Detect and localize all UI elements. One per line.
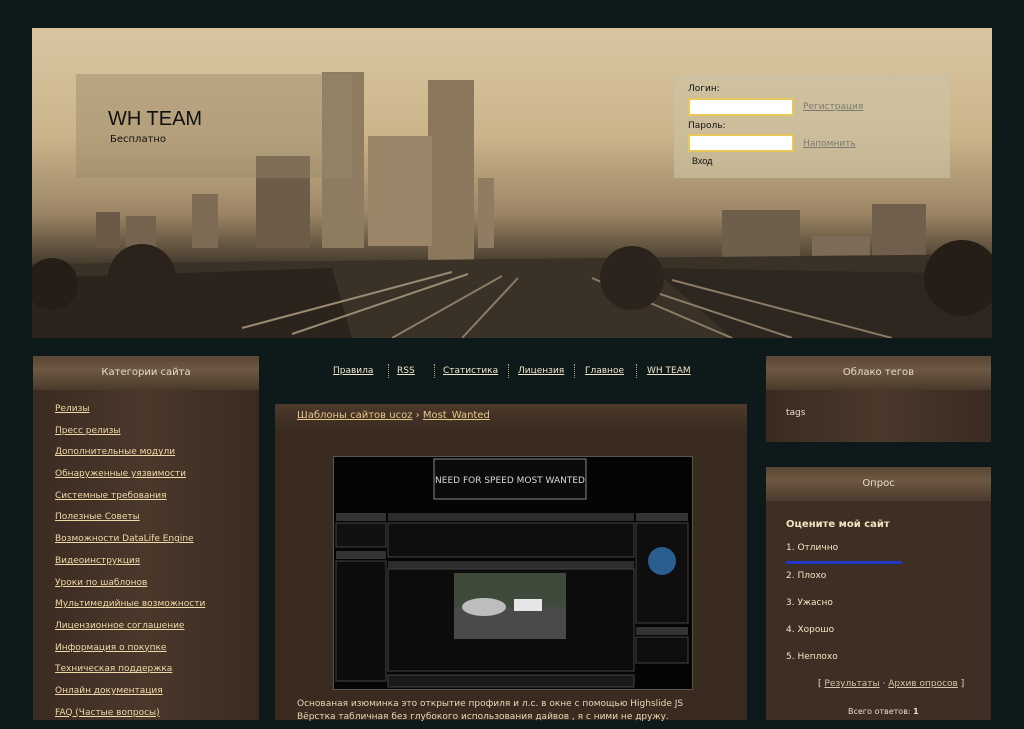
register-link[interactable]: Регистрация	[803, 102, 863, 112]
category-link[interactable]: Техническая поддержка	[55, 664, 205, 686]
template-description: Основаная изюминка это открытие профиля …	[297, 698, 737, 724]
site-subtitle: Бесплатно	[110, 134, 167, 145]
tags-body: tags	[766, 390, 991, 442]
breadcrumb-current-link[interactable]: Most_Wanted	[423, 410, 490, 421]
breadcrumb-parent-link[interactable]: Шаблоны сайтов ucoz	[297, 410, 412, 421]
preview-mockup: NEED FOR SPEED MOST WANTED	[334, 457, 692, 689]
category-link[interactable]: Релизы	[55, 404, 205, 426]
poll-panel: Опрос Оцените мой сайт 1. Отлично 2. Пло…	[766, 467, 991, 720]
category-link[interactable]: Обнаруженные уязвимости	[55, 469, 205, 491]
poll-result-bar	[786, 561, 902, 564]
bracket: [	[818, 679, 822, 689]
tags-panel: Облако тегов tags	[766, 356, 991, 442]
password-label: Пароль:	[688, 121, 726, 131]
category-link[interactable]: Дополнительные модули	[55, 447, 205, 469]
category-link[interactable]: Видеоинструкция	[55, 556, 205, 578]
tags-title: Облако тегов	[766, 356, 991, 390]
poll-links: [ Результаты · Архив опросов ]	[818, 679, 964, 689]
login-input[interactable]	[688, 98, 794, 116]
category-link[interactable]: Уроки по шаблонов	[55, 578, 205, 600]
category-link[interactable]: Онлайн документация	[55, 686, 205, 708]
category-link[interactable]: Лицензионное соглашение	[55, 621, 205, 643]
nav-rules[interactable]: Правила	[333, 366, 373, 376]
nav-statistics[interactable]: Статистика	[443, 366, 498, 376]
main-content: Шаблоны сайтов ucoz › Most_Wanted NEED F…	[275, 404, 747, 722]
top-nav: Правила RSS Статистика Лицензия Главное …	[280, 364, 750, 380]
poll-total-label: Всего ответов:	[848, 707, 911, 716]
breadcrumb: Шаблоны сайтов ucoz › Most_Wanted	[297, 410, 490, 421]
bracket: ]	[960, 679, 965, 689]
poll-option: 3. Ужасно	[786, 598, 833, 608]
poll-question: Оцените мой сайт	[786, 519, 890, 530]
category-link[interactable]: Полезные Советы	[55, 512, 205, 534]
remind-link[interactable]: Напомнить	[803, 139, 856, 149]
poll-archive-link[interactable]: Архив опросов	[888, 679, 958, 689]
category-link[interactable]: FAQ (Частые вопросы)	[55, 708, 205, 729]
poll-total: Всего ответов: 1	[848, 707, 919, 716]
nav-wh-team[interactable]: WH TEAM	[647, 366, 691, 376]
category-list: Релизы Пресс релизы Дополнительные модул…	[55, 404, 205, 729]
tag-link[interactable]: tags	[786, 408, 805, 418]
category-link[interactable]: Пресс релизы	[55, 426, 205, 448]
poll-option: 4. Хорошо	[786, 625, 835, 635]
password-input[interactable]	[688, 134, 794, 152]
nav-divider	[388, 364, 391, 378]
poll-option: 2. Плохо	[786, 571, 827, 581]
login-label: Логин:	[688, 84, 720, 94]
category-link[interactable]: Возможности DataLife Engine	[55, 534, 205, 556]
category-link[interactable]: Мультимедийные возможности	[55, 599, 205, 621]
site-header: WH TEAM Бесплатно Логин: Регистрация Пар…	[32, 28, 992, 338]
poll-title: Опрос	[766, 467, 991, 501]
breadcrumb-separator: ›	[415, 410, 420, 421]
category-link[interactable]: Информация о покупке	[55, 643, 205, 665]
poll-results-link[interactable]: Результаты	[824, 679, 879, 689]
category-link[interactable]: Системные требования	[55, 491, 205, 513]
nav-divider	[434, 364, 437, 378]
categories-title: Категории сайта	[33, 356, 259, 390]
logo-box: WH TEAM Бесплатно	[76, 74, 352, 178]
nav-divider	[508, 364, 511, 378]
poll-option: 5. Неплохо	[786, 652, 838, 662]
nav-main[interactable]: Главное	[585, 366, 624, 376]
login-form: Логин: Регистрация Пароль: Напомнить Вхо…	[674, 74, 950, 178]
site-title[interactable]: WH TEAM	[108, 108, 202, 131]
nav-divider	[636, 364, 639, 378]
poll-option: 1. Отлично	[786, 543, 839, 553]
login-button[interactable]: Вход	[692, 156, 712, 166]
nav-rss[interactable]: RSS	[397, 366, 415, 376]
categories-body: Релизы Пресс релизы Дополнительные модул…	[33, 390, 259, 720]
categories-panel: Категории сайта Релизы Пресс релизы Допо…	[33, 356, 259, 720]
poll-total-value: 1	[913, 707, 919, 716]
nav-license[interactable]: Лицензия	[518, 366, 564, 376]
dot-separator: ·	[882, 679, 886, 689]
description-line: Основаная изюминка это открытие профиля …	[297, 699, 684, 709]
preview-logo-text: NEED FOR SPEED MOST WANTED	[435, 476, 585, 486]
nav-divider	[574, 364, 577, 378]
template-preview-image[interactable]: NEED FOR SPEED MOST WANTED	[333, 456, 693, 690]
description-line: Вёрстка табличная без глубокого использо…	[297, 712, 669, 722]
